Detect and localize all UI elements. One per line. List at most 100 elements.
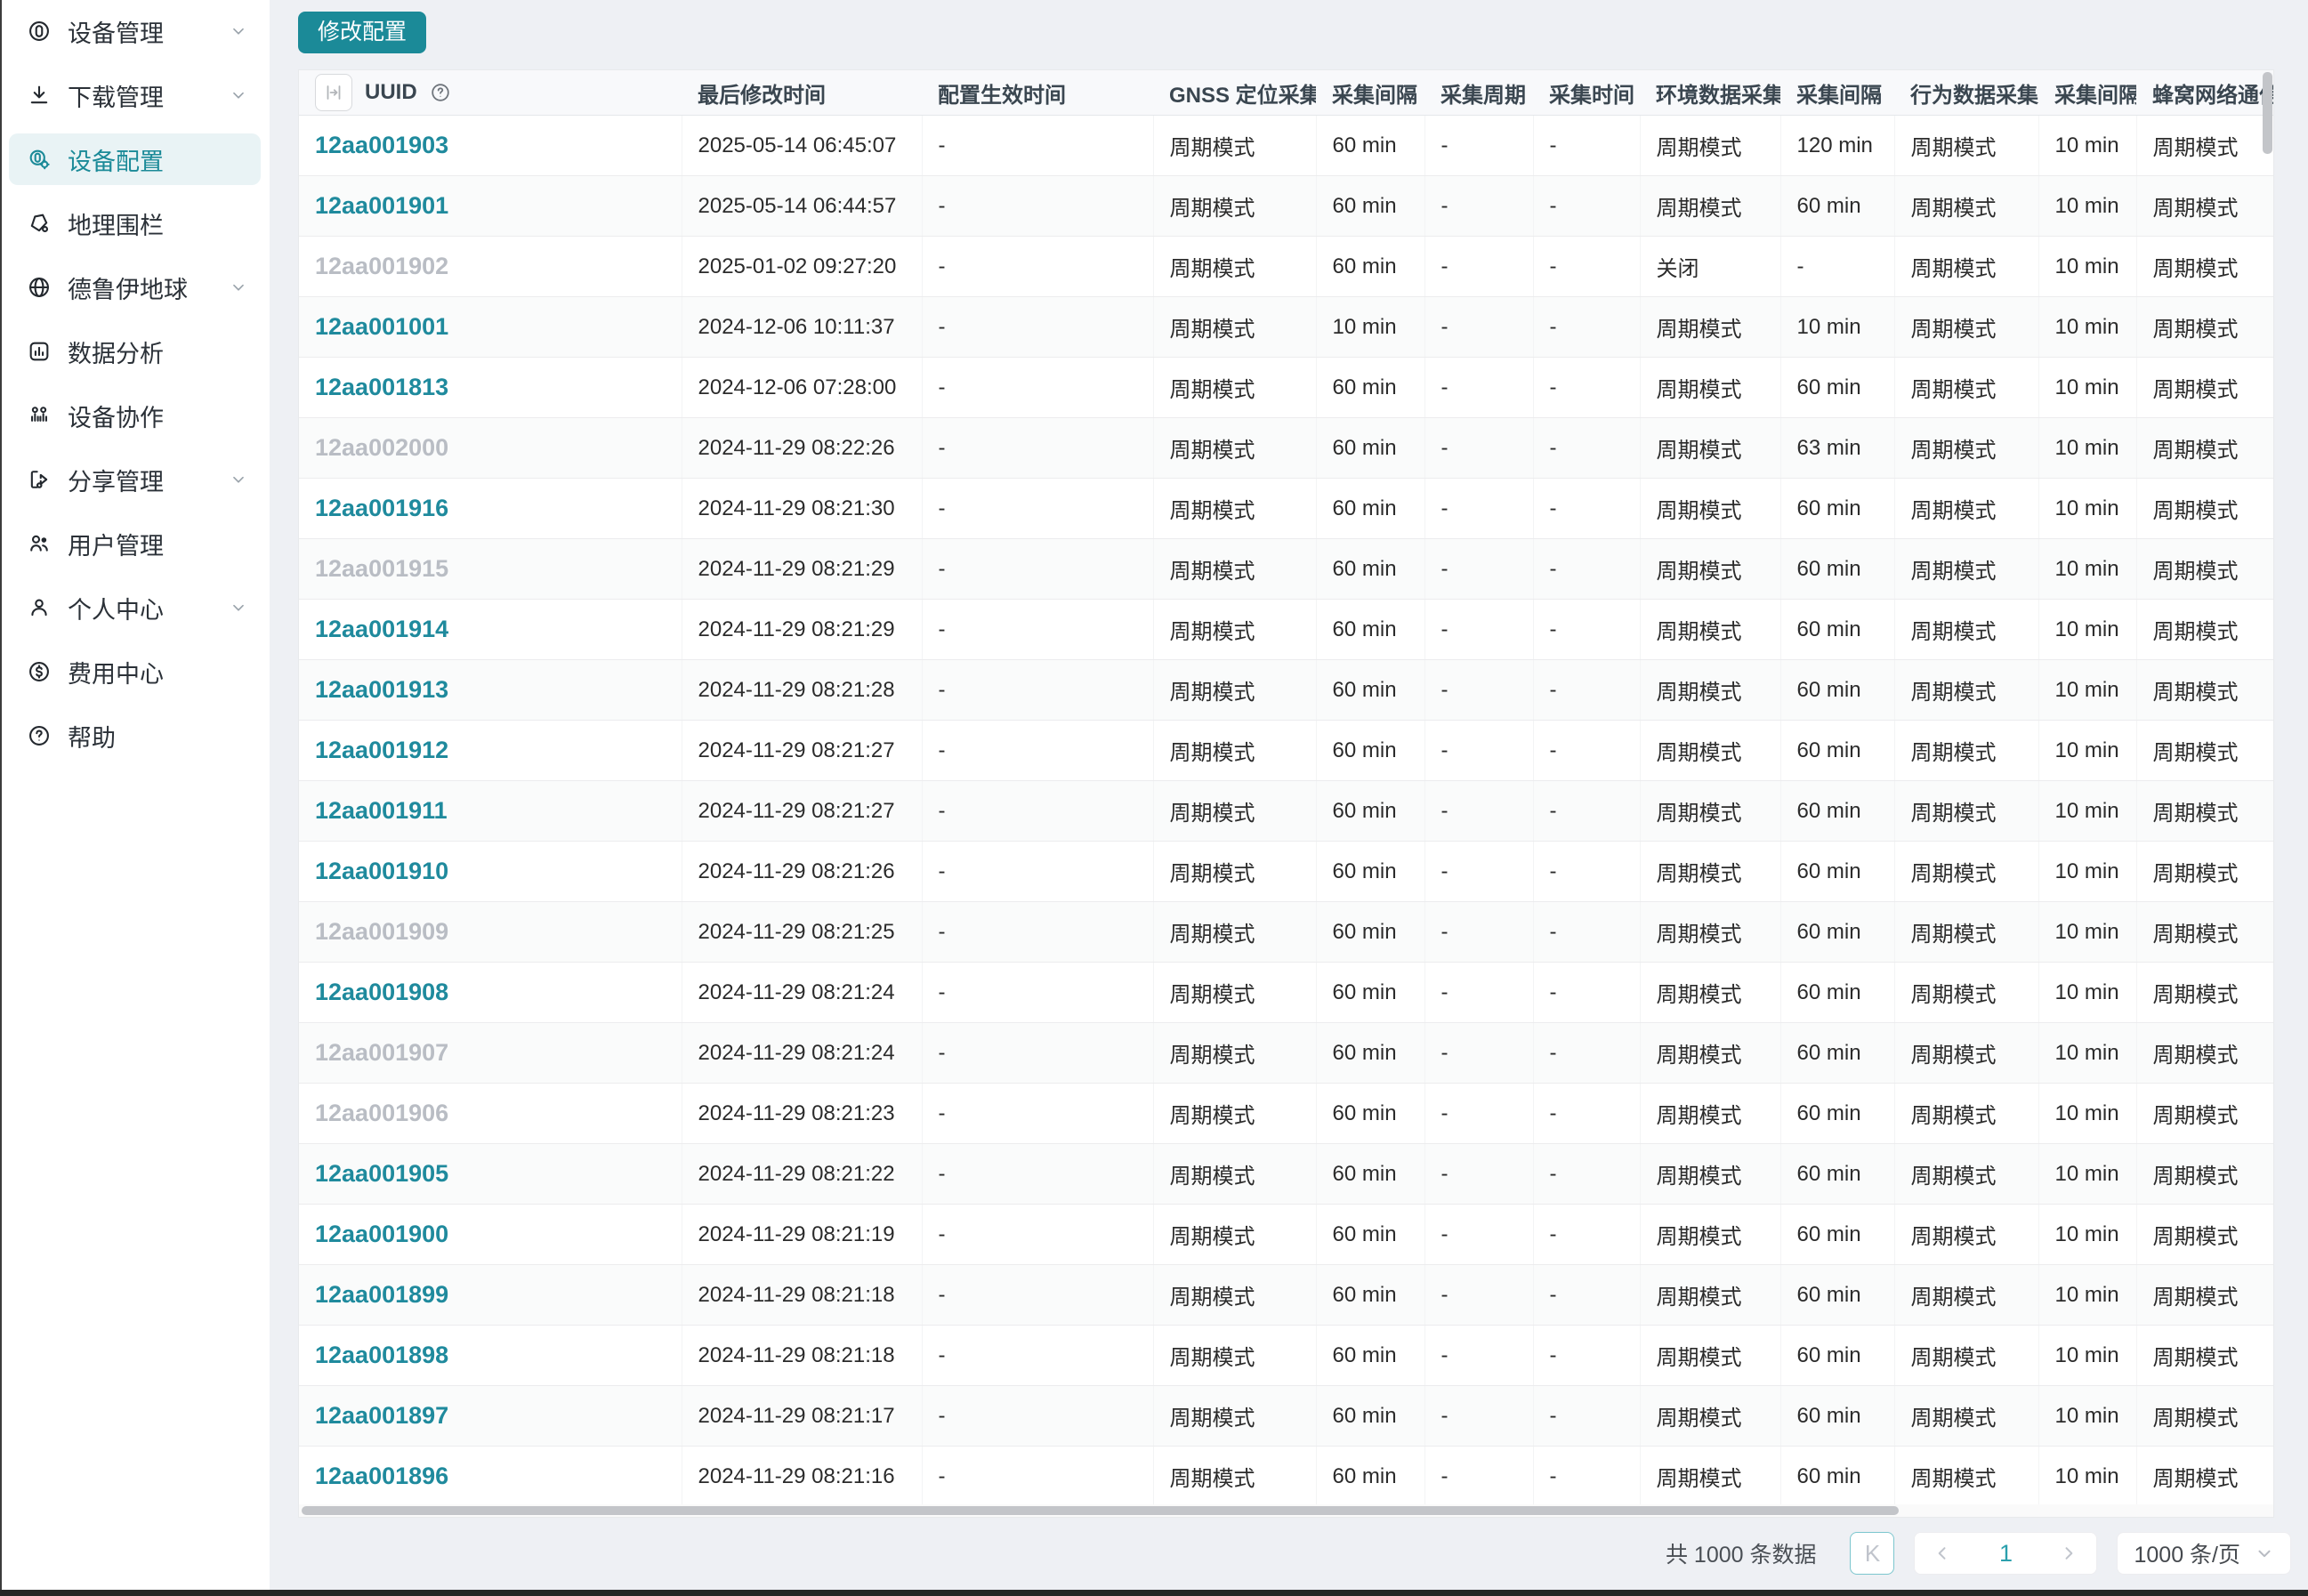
uuid-link[interactable]: 12aa001901 (315, 192, 448, 219)
uuid-link[interactable]: 12aa001916 (315, 495, 448, 521)
table-row: 12aa001905 2024-11-29 08:21:22 - 周期模式 60… (299, 1144, 2274, 1205)
uuid-cell: 12aa001905 (299, 1144, 682, 1205)
sidebar-item-collaboration[interactable]: 设备协作 (9, 390, 261, 441)
uuid-link[interactable]: 12aa001915 (315, 555, 448, 582)
sidebar-item-help[interactable]: 帮助 (9, 710, 261, 762)
gnss-mode-cell: 周期模式 (1153, 1386, 1316, 1447)
vertical-scrollbar-thumb[interactable] (2263, 72, 2272, 154)
uuid-link[interactable]: 12aa001898 (315, 1342, 448, 1368)
sidebar-item-user[interactable]: 个人中心 (9, 582, 261, 633)
sidebar-item-device-config[interactable]: 设备配置 (9, 133, 261, 185)
cellular-mode-cell: 周期模式 (2136, 1265, 2274, 1326)
collect-time-cell: - (1533, 1144, 1640, 1205)
sidebar-item-globe[interactable]: 德鲁伊地球 (9, 262, 261, 313)
table-row: 12aa001913 2024-11-29 08:21:28 - 周期模式 60… (299, 660, 2274, 721)
collect-time-cell: - (1533, 600, 1640, 660)
uuid-link[interactable]: 12aa001897 (315, 1402, 448, 1429)
collect-period-cell: - (1424, 1144, 1533, 1205)
uuid-link[interactable]: 12aa001909 (315, 918, 448, 945)
uuid-link[interactable]: 12aa001913 (315, 676, 448, 703)
uuid-link[interactable]: 12aa001906 (315, 1100, 448, 1126)
chevron-down-icon (229, 85, 248, 105)
behavior-mode-cell: 周期模式 (1894, 1084, 2038, 1144)
uuid-link[interactable]: 12aa001907 (315, 1039, 448, 1066)
uuid-link[interactable]: 12aa002000 (315, 434, 448, 461)
behavior-mode-cell: 周期模式 (1894, 1205, 2038, 1265)
gnss-mode-cell: 周期模式 (1153, 721, 1316, 781)
download-icon (27, 83, 52, 108)
env-mode-cell: 周期模式 (1640, 358, 1780, 418)
sidebar-item-bar-chart[interactable]: 数据分析 (9, 326, 261, 377)
uuid-link[interactable]: 12aa001900 (315, 1221, 448, 1247)
uuid-link[interactable]: 12aa001903 (315, 132, 448, 158)
config-effective-cell: - (922, 418, 1153, 479)
first-page-button[interactable]: K (1850, 1532, 1894, 1575)
behavior-mode-cell: 周期模式 (1894, 176, 2038, 237)
uuid-link[interactable]: 12aa001902 (315, 253, 448, 279)
share-icon (27, 467, 52, 492)
uuid-link[interactable]: 12aa001908 (315, 979, 448, 1005)
expand-columns-icon[interactable] (315, 74, 352, 111)
chevron-down-icon (2255, 1544, 2274, 1563)
uuid-link[interactable]: 12aa001914 (315, 616, 448, 642)
behavior-interval-cell: 10 min (2038, 176, 2136, 237)
behavior-interval-cell: 10 min (2038, 1326, 2136, 1386)
next-page-button[interactable] (2041, 1533, 2096, 1574)
env-mode-cell: 周期模式 (1640, 660, 1780, 721)
column-header-uuid: UUID (299, 70, 682, 116)
current-page-number[interactable]: 1 (1970, 1540, 2041, 1568)
behavior-mode-cell: 周期模式 (1894, 660, 2038, 721)
sidebar-item-download[interactable]: 下载管理 (9, 69, 261, 121)
table-row: 12aa001915 2024-11-29 08:21:29 - 周期模式 60… (299, 539, 2274, 600)
sidebar-item-billing[interactable]: 费用中心 (9, 646, 261, 697)
uuid-help-icon[interactable] (430, 82, 451, 103)
uuid-cell: 12aa001914 (299, 600, 682, 660)
uuid-link[interactable]: 12aa001905 (315, 1160, 448, 1187)
env-interval-cell: 60 min (1780, 1144, 1894, 1205)
behavior-mode-cell: 周期模式 (1894, 297, 2038, 358)
collect-time-cell: - (1533, 1326, 1640, 1386)
last-modified-cell: 2024-11-29 08:21:29 (682, 539, 922, 600)
gnss-interval-cell: 60 min (1316, 1084, 1424, 1144)
behavior-interval-cell: 10 min (2038, 358, 2136, 418)
column-header: 配置生效时间 (922, 70, 1153, 116)
horizontal-scrollbar[interactable] (299, 1504, 2273, 1517)
sidebar-item-geofence[interactable]: 地理围栏 (9, 197, 261, 249)
last-modified-cell: 2024-11-29 08:21:29 (682, 600, 922, 660)
collect-time-cell: - (1533, 1447, 1640, 1507)
uuid-link[interactable]: 12aa001910 (315, 858, 448, 884)
sidebar-item-share[interactable]: 分享管理 (9, 454, 261, 505)
user-icon (27, 595, 52, 620)
modify-config-button[interactable]: 修改配置 (298, 12, 426, 53)
behavior-interval-cell: 10 min (2038, 1205, 2136, 1265)
uuid-link[interactable]: 12aa001896 (315, 1463, 448, 1489)
table-row: 12aa001911 2024-11-29 08:21:27 - 周期模式 60… (299, 781, 2274, 842)
table-row: 12aa001910 2024-11-29 08:21:26 - 周期模式 60… (299, 842, 2274, 902)
env-mode-cell: 周期模式 (1640, 1205, 1780, 1265)
last-modified-cell: 2025-05-14 06:45:07 (682, 116, 922, 176)
env-interval-cell: 60 min (1780, 600, 1894, 660)
uuid-link[interactable]: 12aa001813 (315, 374, 448, 400)
uuid-link[interactable]: 12aa001899 (315, 1281, 448, 1308)
sidebar-item-users[interactable]: 用户管理 (9, 518, 261, 569)
sidebar-item-label: 设备配置 (68, 142, 164, 177)
uuid-link[interactable]: 12aa001001 (315, 313, 448, 340)
last-modified-cell: 2024-11-29 08:21:26 (682, 842, 922, 902)
env-mode-cell: 周期模式 (1640, 1023, 1780, 1084)
last-modified-cell: 2024-11-29 08:21:16 (682, 1447, 922, 1507)
last-modified-cell: 2024-11-29 08:21:27 (682, 781, 922, 842)
gnss-mode-cell: 周期模式 (1153, 418, 1316, 479)
cellular-mode-cell: 周期模式 (2136, 297, 2274, 358)
config-effective-cell: - (922, 1447, 1153, 1507)
gnss-interval-cell: 60 min (1316, 842, 1424, 902)
page-size-select[interactable]: 1000 条/页 (2117, 1532, 2291, 1575)
vertical-scrollbar[interactable] (2262, 70, 2273, 1517)
uuid-link[interactable]: 12aa001912 (315, 737, 448, 763)
uuid-link[interactable]: 12aa001911 (315, 797, 448, 824)
prev-page-button[interactable] (1915, 1533, 1970, 1574)
horizontal-scrollbar-thumb[interactable] (302, 1506, 1899, 1515)
sidebar-item-device[interactable]: 设备管理 (9, 5, 261, 57)
behavior-interval-cell: 10 min (2038, 842, 2136, 902)
cellular-mode-cell: 周期模式 (2136, 902, 2274, 963)
sidebar: 设备管理 下载管理 设备配置 地理围栏 德鲁伊地球 数据分析 (0, 0, 270, 1596)
